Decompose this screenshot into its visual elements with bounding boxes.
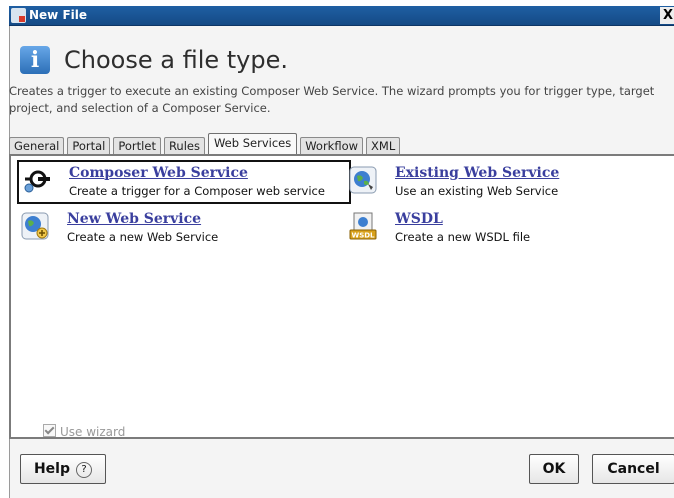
use-wizard-label: Use wizard [60,425,126,439]
file-type-list: Composer Web Service Create a trigger fo… [9,154,674,439]
wsdl-icon-label: WSDL [351,232,375,240]
tab-workflow[interactable]: Workflow [300,137,364,155]
item-subtitle: Create a trigger for a Composer web serv… [69,184,325,198]
tab-rules[interactable]: Rules [163,137,205,155]
tab-general[interactable]: General [9,137,65,155]
checkbox-box[interactable] [43,424,56,437]
list-item-existing-web-service[interactable]: Existing Web Service Use an existing Web… [345,162,665,202]
composer-web-service-icon [23,166,51,194]
page-title: Choose a file type. [64,46,288,74]
info-icon: i [20,46,50,74]
tab-portal[interactable]: Portal [67,137,111,155]
help-button-label: Help [33,461,71,477]
app-icon [11,8,26,23]
item-subtitle: Create a new WSDL file [395,230,531,244]
item-title[interactable]: WSDL [395,211,443,227]
tab-portlet[interactable]: Portlet [113,137,161,155]
list-item-wsdl[interactable]: WSDL WSDL Create a new WSDL file [345,208,665,248]
tab-bar: General Portal Portlet Rules Web Service… [9,133,401,155]
use-wizard-checkbox[interactable]: Use wizard [43,424,125,440]
tab-xml[interactable]: XML [366,137,401,155]
globe-icon [349,166,377,194]
item-title[interactable]: New Web Service [67,211,201,227]
help-icon: ? [76,462,93,478]
wsdl-file-icon: WSDL [349,212,377,240]
title-bar[interactable]: New File X [9,6,674,26]
page-description: Creates a trigger to execute an existing… [9,84,655,115]
item-subtitle: Create a new Web Service [67,230,219,244]
cancel-button[interactable]: Cancel [592,454,674,484]
help-button[interactable]: Help? [20,454,106,484]
ok-button[interactable]: OK [529,454,579,484]
tab-web-services[interactable]: Web Services [207,133,298,155]
close-button[interactable]: X [660,7,674,24]
item-title[interactable]: Composer Web Service [69,165,248,181]
window-title: New File [29,8,88,22]
list-item-composer-web-service[interactable]: Composer Web Service Create a trigger fo… [17,160,351,204]
list-item-new-web-service[interactable]: New Web Service Create a new Web Service [17,208,337,248]
dialog-body: i Choose a file type. Creates a trigger … [9,26,674,498]
item-subtitle: Use an existing Web Service [395,184,559,198]
item-title[interactable]: Existing Web Service [395,165,559,181]
globe-plus-icon [21,212,49,240]
